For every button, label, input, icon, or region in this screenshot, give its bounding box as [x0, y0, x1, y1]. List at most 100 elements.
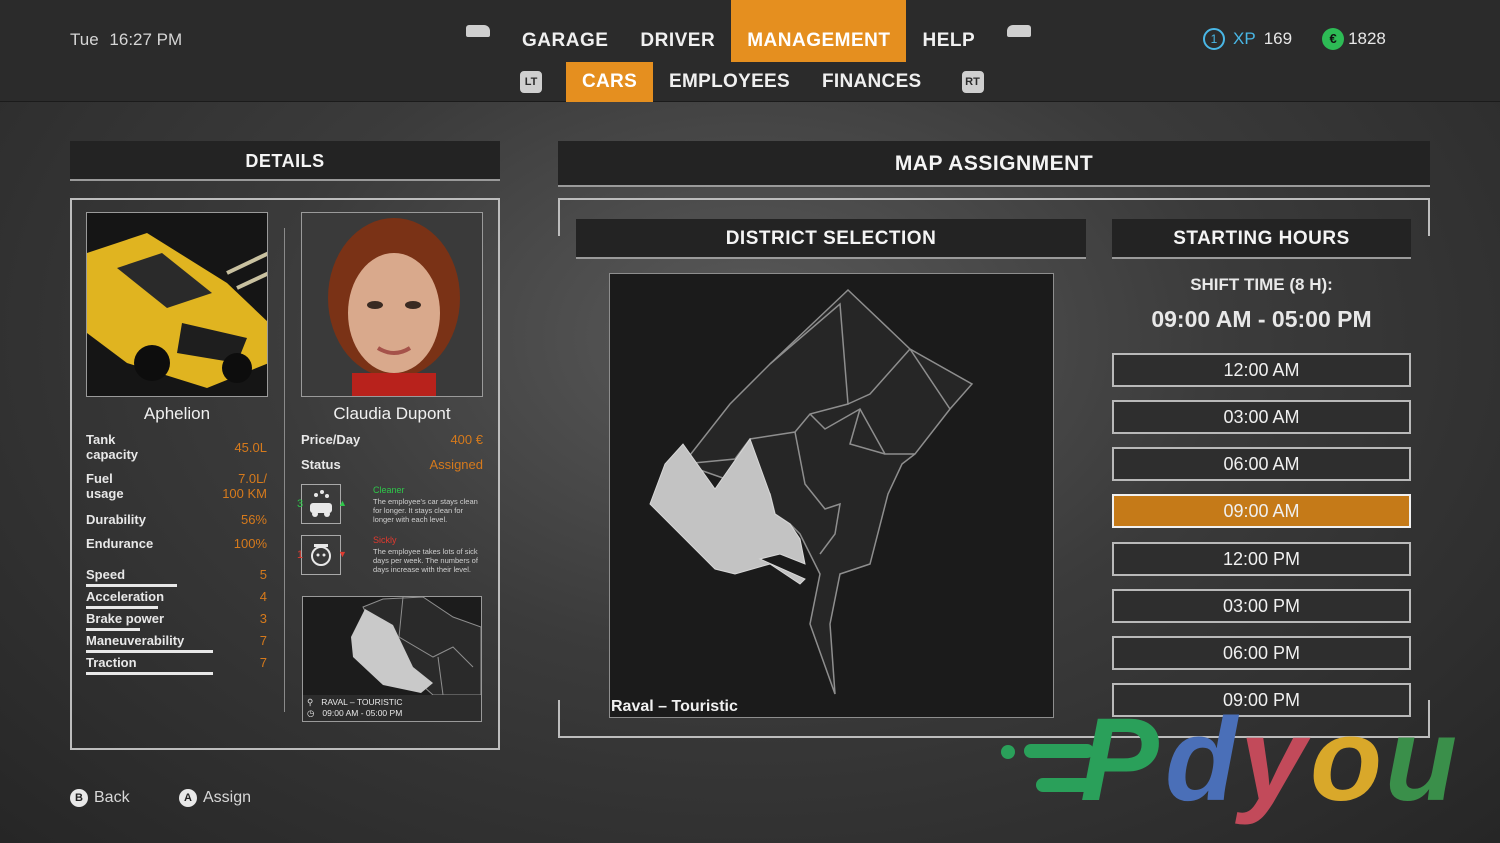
tab-management[interactable]: MANAGEMENT [731, 0, 907, 62]
trait-sickly-name: Sickly [373, 535, 397, 545]
money-value: 1828 [1348, 29, 1386, 48]
district-name: Raval – Touristic [611, 698, 738, 715]
perf-brake: Brake power 3 [86, 611, 267, 626]
back-button[interactable]: B Back [70, 789, 130, 807]
car-name: Aphelion [143, 404, 211, 423]
employee-price: Price/Day 400 € [301, 432, 483, 447]
assign-button[interactable]: A Assign [179, 789, 251, 807]
perf-traction: Traction 7 [86, 655, 267, 670]
spec-durability-value: 56% [240, 512, 267, 527]
perf-brake-label: Brake power [86, 611, 165, 626]
tab-garage[interactable]: GARAGE [506, 0, 624, 62]
tab-employees[interactable]: EMPLOYEES [653, 62, 806, 102]
sub-nav: LT CARS EMPLOYEES FINANCES RT [520, 62, 984, 102]
perf-brake-value: 3 [259, 611, 267, 626]
shift-time-range: 09:00 AM - 05:00 PM [1151, 306, 1372, 332]
a-button-icon: A [179, 789, 197, 807]
spec-tank: Tank capacity 45.0L [86, 432, 267, 462]
mini-map-district-text: RAVAL – TOURISTIC [321, 697, 403, 707]
district-map-graphic[interactable] [610, 274, 1053, 717]
time-slot-12am[interactable]: 12:00 AM [1112, 353, 1411, 387]
assign-label: Assign [203, 789, 252, 806]
tab-cars[interactable]: CARS [566, 62, 654, 102]
time-slot-9am[interactable]: 09:00 AM [1112, 494, 1411, 528]
top-bar: Tue 16:27 PM GARAGE DRIVER MANAGEMENT HE… [0, 0, 1500, 102]
car-image [86, 212, 268, 397]
perf-traction-value: 7 [259, 655, 267, 670]
euro-icon: € [1322, 28, 1345, 50]
details-header: DETAILS [70, 141, 500, 181]
perf-acceleration-bar [86, 606, 158, 609]
svg-text:o: o [1310, 700, 1382, 826]
rt-trigger-icon[interactable]: RT [961, 71, 984, 93]
time-slot-3am[interactable]: 03:00 AM [1112, 400, 1411, 434]
details-frame-bottom [70, 726, 500, 750]
time-slot-6pm[interactable]: 06:00 PM [1112, 636, 1411, 670]
perf-speed-value: 5 [259, 567, 267, 582]
map-assignment-header: MAP ASSIGNMENT [558, 141, 1430, 187]
clock-time: 16:27 PM [109, 30, 183, 49]
tab-finances[interactable]: FINANCES [806, 62, 938, 102]
trait-cleaner-desc: The employee's car stays clean for longe… [373, 497, 478, 524]
trait-cleaner-level: 3 [297, 498, 304, 510]
perf-speed-bar [86, 584, 177, 587]
trait-sickly-arrow-icon: ▼ [338, 549, 347, 559]
level-icon: 1 [1203, 28, 1225, 50]
svg-text:y: y [1235, 700, 1311, 826]
spec-endurance-value: 100% [233, 536, 267, 551]
lb-button-icon[interactable] [466, 25, 490, 37]
main-nav: GARAGE DRIVER MANAGEMENT HELP [466, 0, 1032, 62]
spec-fuel: Fuel usage 7.0L/ 100 KM [86, 471, 267, 501]
clock: Tue 16:27 PM [70, 30, 188, 50]
time-slot-3pm[interactable]: 03:00 PM [1112, 589, 1411, 623]
spec-fuel-value-1: 7.0L/ [238, 471, 267, 486]
price-value: 400 € [450, 432, 483, 447]
trait-cleaner-name: Cleaner [373, 485, 405, 495]
perf-speed: Speed 5 [86, 567, 267, 582]
b-button-icon: B [70, 789, 88, 807]
mini-map: ⚲ RAVAL – TOURISTIC ◷ 09:00 AM - 05:00 PM [302, 596, 482, 722]
perf-acceleration-value: 4 [259, 589, 267, 604]
xp-value: 169 [1263, 29, 1293, 48]
spec-fuel-value: 7.0L/ 100 KM [222, 471, 267, 501]
spec-endurance: Endurance 100% [86, 536, 267, 551]
rb-button-icon[interactable] [1007, 25, 1032, 37]
back-label: Back [94, 789, 130, 806]
time-slot-12pm[interactable]: 12:00 PM [1112, 542, 1411, 576]
perf-maneuverability: Maneuverability 7 [86, 633, 267, 648]
status-label: Status [301, 457, 341, 472]
perf-maneuverability-value: 7 [259, 633, 267, 648]
mini-map-graphic [303, 596, 482, 696]
lt-trigger-icon[interactable]: LT [520, 71, 542, 93]
trait-sickly-level: 1 [297, 549, 304, 561]
spec-tank-value: 45.0L [234, 440, 267, 455]
watermark-logo: P d y o u [1000, 694, 1480, 830]
mini-map-hours-text: 09:00 AM - 05:00 PM [322, 708, 403, 718]
spec-durability-label: Durability [86, 512, 146, 527]
trait-cleaner-arrow-icon: ▲ [338, 498, 347, 508]
perf-traction-bar [86, 672, 213, 675]
perf-maneuverability-label: Maneuverability [86, 633, 185, 648]
details-divider [284, 228, 285, 712]
employee-status: Status Assigned [301, 457, 483, 472]
clock-day: Tue [70, 30, 99, 49]
trait-cleaner-icon [301, 484, 341, 524]
tab-driver[interactable]: DRIVER [624, 0, 731, 62]
player-stats: 1 XP 169 € 1828 [1203, 28, 1386, 50]
employee-name: Claudia Dupont [333, 404, 451, 423]
tab-help[interactable]: HELP [906, 0, 991, 62]
mini-map-info: ⚲ RAVAL – TOURISTIC ◷ 09:00 AM - 05:00 PM [303, 695, 481, 721]
shift-time-label: SHIFT TIME (8 H): [1190, 275, 1333, 294]
perf-traction-label: Traction [86, 655, 137, 670]
spec-endurance-label: Endurance [86, 536, 154, 551]
perf-speed-label: Speed [86, 567, 126, 582]
spec-durability: Durability 56% [86, 512, 267, 527]
starting-hours-header: STARTING HOURS [1112, 219, 1411, 259]
perf-maneuverability-bar [86, 650, 213, 653]
district-selection-header: DISTRICT SELECTION [576, 219, 1086, 259]
district-map[interactable]: Raval – Touristic [609, 273, 1054, 718]
time-slot-6am[interactable]: 06:00 AM [1112, 447, 1411, 481]
pin-icon: ⚲ [307, 697, 314, 707]
trait-sickly-desc: The employee takes lots of sick days per… [373, 547, 478, 574]
status-value: Assigned [429, 457, 483, 472]
